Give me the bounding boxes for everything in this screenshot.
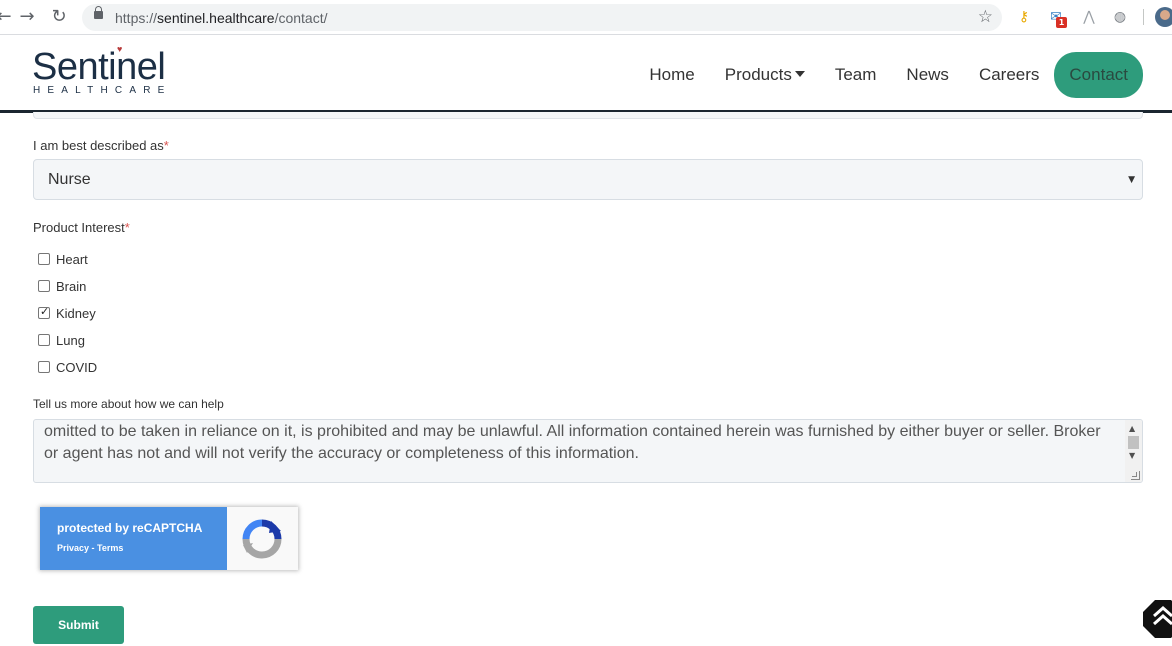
checkbox-box-checked[interactable] <box>38 305 50 319</box>
sentinel-logo[interactable]: Sentinel ♥ HEALTHCARE <box>32 44 172 97</box>
recaptcha-badge[interactable]: protected by reCAPTCHA Privacy - Terms <box>40 507 298 570</box>
profile-avatar[interactable] <box>1155 7 1172 27</box>
heart-icon: ♥ <box>117 44 123 54</box>
lock-icon <box>94 6 103 19</box>
recaptcha-icon <box>242 519 282 559</box>
key-extension-icon[interactable]: ⚷ <box>1015 8 1033 26</box>
checkbox-heart[interactable]: Heart <box>38 251 88 267</box>
triangle-extension-icon[interactable]: ⋀ <box>1080 8 1098 26</box>
logo-wordmark: Sentinel <box>32 46 166 88</box>
help-label: Tell us more about how we can help <box>33 397 224 411</box>
checkbox-lung[interactable]: Lung <box>38 332 85 348</box>
nav-news[interactable]: News <box>906 53 949 97</box>
checkbox-label: Lung <box>56 332 85 348</box>
scroll-to-top-icon[interactable] <box>1143 598 1172 638</box>
main-nav: Home Products Team News Careers Contact <box>619 52 1143 98</box>
recaptcha-links[interactable]: Privacy - Terms <box>57 543 227 553</box>
bookmark-star-icon[interactable]: ☆ <box>978 7 993 27</box>
submit-button[interactable]: Submit <box>33 606 124 644</box>
checkbox-kidney[interactable]: Kidney <box>38 305 96 321</box>
reload-icon[interactable]: ↻ <box>49 7 69 27</box>
select-arrow-icon: ▼ <box>1128 175 1135 185</box>
scroll-down-icon[interactable]: ▼ <box>1129 451 1135 460</box>
nav-careers[interactable]: Careers <box>979 53 1039 97</box>
help-textarea[interactable]: omitted to be taken in reliance on it, i… <box>33 419 1143 483</box>
help-textarea-text: omitted to be taken in reliance on it, i… <box>44 423 1101 462</box>
scroll-up-icon[interactable]: ▲ <box>1129 424 1135 433</box>
checkbox-box[interactable] <box>38 361 50 373</box>
address-bar[interactable]: https://sentinel.healthcare/contact/ ☆ <box>82 4 1002 31</box>
checkbox-label: Brain <box>56 278 87 294</box>
url-text: https://sentinel.healthcare/contact/ <box>115 10 328 26</box>
toolbar-divider <box>1143 9 1144 25</box>
previous-field-bottom[interactable] <box>33 112 1143 119</box>
checkbox-box[interactable] <box>38 253 50 265</box>
browser-toolbar: ← → ↻ https://sentinel.healthcare/contac… <box>0 0 1172 35</box>
recaptcha-title: protected by reCAPTCHA <box>57 521 203 535</box>
checkbox-box[interactable] <box>38 334 50 346</box>
back-icon[interactable]: ← <box>0 7 14 27</box>
recaptcha-logo-panel <box>227 507 298 570</box>
checkbox-brain[interactable]: Brain <box>38 278 86 294</box>
globe-extension-icon[interactable]: ◍ <box>1111 8 1129 26</box>
product-interest-label: Product Interest* <box>33 220 130 235</box>
checkbox-label: COVID <box>56 359 98 375</box>
mail-extension-icon[interactable]: ✉1 <box>1047 8 1067 28</box>
checkbox-box[interactable] <box>38 280 50 292</box>
site-header: Sentinel ♥ HEALTHCARE Home Products Team… <box>0 35 1172 113</box>
recaptcha-text-panel: protected by reCAPTCHA Privacy - Terms <box>40 507 227 570</box>
scroll-thumb[interactable] <box>1128 436 1139 449</box>
nav-home[interactable]: Home <box>649 53 694 97</box>
nav-products[interactable]: Products <box>725 53 805 97</box>
checkbox-label: Kidney <box>56 305 96 321</box>
notification-badge: 1 <box>1056 17 1067 28</box>
caret-down-icon <box>794 71 805 77</box>
nav-contact-button[interactable]: Contact <box>1054 52 1143 98</box>
forward-icon[interactable]: → <box>17 7 37 27</box>
description-select[interactable]: Nurse ▼ <box>33 159 1143 200</box>
checkbox-label: Heart <box>56 251 88 267</box>
description-label: I am best described as* <box>33 138 169 153</box>
resize-grip-icon[interactable] <box>1131 471 1140 480</box>
description-select-value: Nurse <box>48 171 91 188</box>
nav-team[interactable]: Team <box>835 53 877 97</box>
checkbox-covid[interactable]: COVID <box>38 359 97 375</box>
nav-products-label: Products <box>724 65 792 84</box>
